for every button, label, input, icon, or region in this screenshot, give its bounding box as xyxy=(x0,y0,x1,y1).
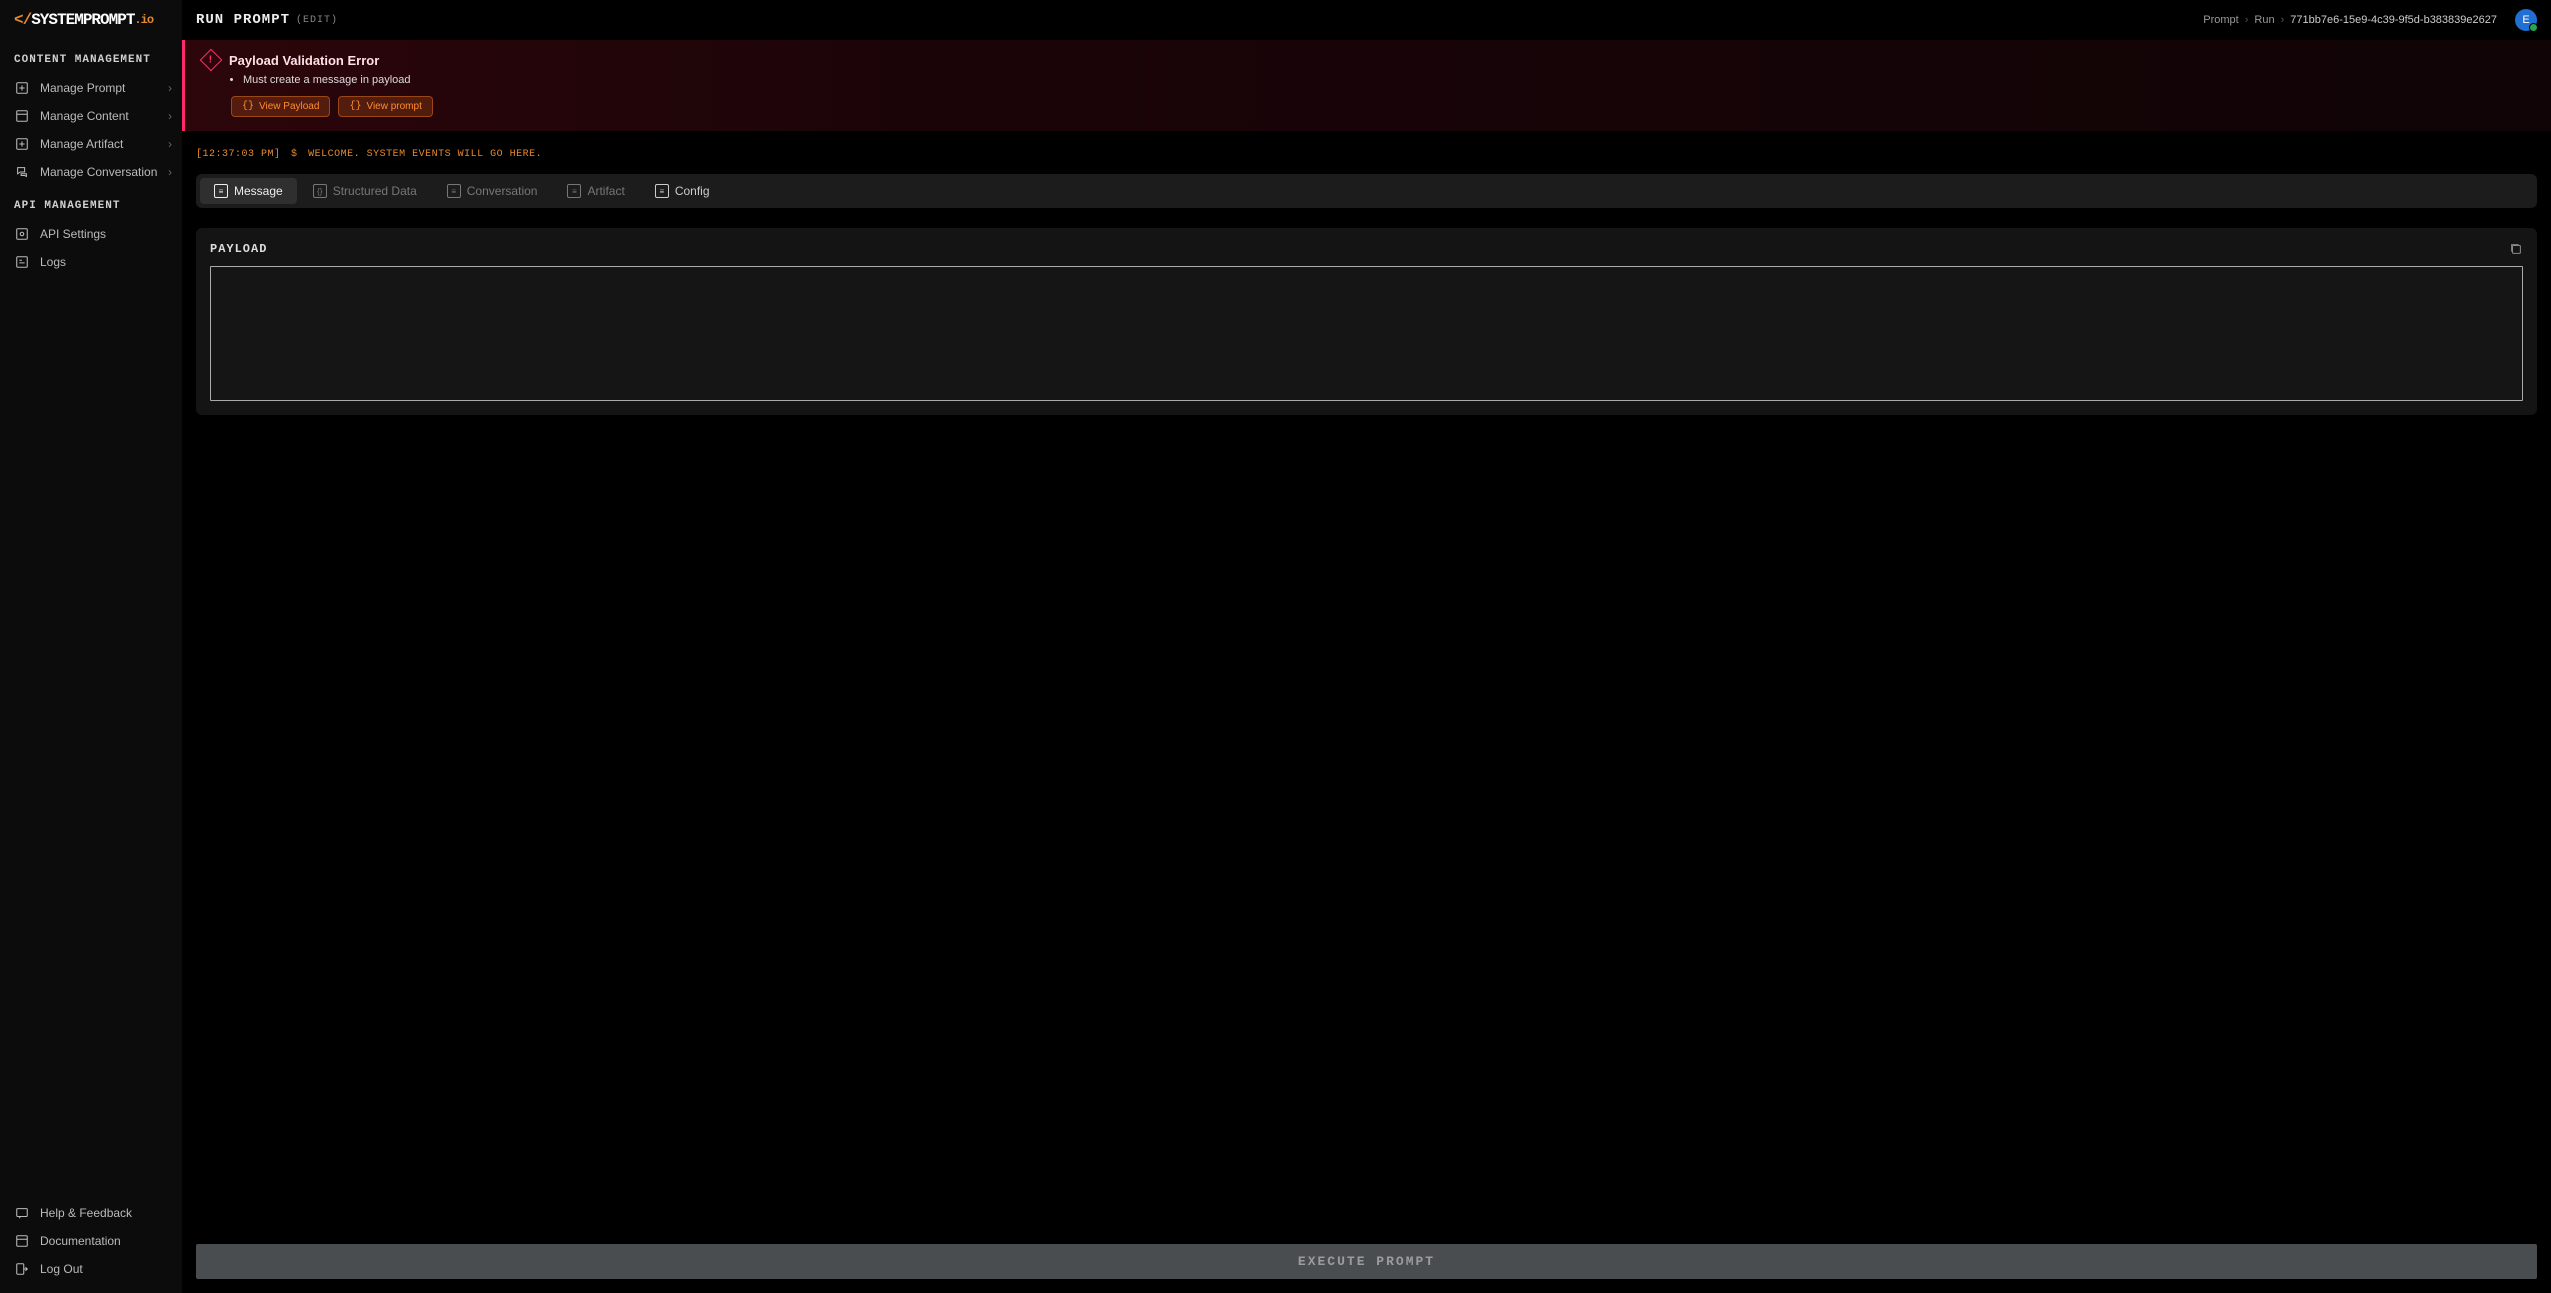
sidebar-item-label: Manage Conversation xyxy=(40,165,157,179)
tab-config[interactable]: ≡ Config xyxy=(641,178,724,204)
settings-icon xyxy=(14,226,30,242)
breadcrumb-seg-1[interactable]: Run xyxy=(2254,14,2274,26)
edit-link[interactable]: (EDIT) xyxy=(296,15,338,26)
conversation-icon xyxy=(14,164,30,180)
content-area: [12:37:03 PM] $ WELCOME. SYSTEM EVENTS W… xyxy=(182,131,2551,1244)
config-icon: ≡ xyxy=(655,184,669,198)
button-label: View prompt xyxy=(366,101,421,112)
sidebar-item-label: Help & Feedback xyxy=(40,1206,132,1220)
sidebar-item-manage-conversation[interactable]: Manage Conversation › xyxy=(0,158,182,186)
sidebar-item-api-settings[interactable]: API Settings xyxy=(0,220,182,248)
execute-label: EXECUTE PROMPT xyxy=(1298,1254,1435,1269)
breadcrumb-seg-2: 771bb7e6-15e9-4c39-9f5d-b383839e2627 xyxy=(2290,14,2497,26)
structured-icon: {} xyxy=(313,184,327,198)
sidebar-item-logout[interactable]: Log Out xyxy=(0,1255,182,1283)
copy-icon[interactable] xyxy=(2509,242,2523,256)
payload-section: PAYLOAD xyxy=(196,228,2537,415)
tab-conversation[interactable]: ≡ Conversation xyxy=(433,178,552,204)
sidebar-item-documentation[interactable]: Documentation xyxy=(0,1227,182,1255)
page-title: RUN PROMPT xyxy=(196,12,290,28)
breadcrumb: Prompt › Run › 771bb7e6-15e9-4c39-9f5d-b… xyxy=(2199,14,2501,26)
error-title: Payload Validation Error xyxy=(229,53,379,68)
tab-label: Structured Data xyxy=(333,184,417,198)
button-label: View Payload xyxy=(259,101,319,112)
sidebar-item-label: Manage Prompt xyxy=(40,81,125,95)
payload-title: PAYLOAD xyxy=(210,242,267,256)
document-icon xyxy=(14,1233,30,1249)
tab-structured-data[interactable]: {} Structured Data xyxy=(299,178,431,204)
error-list: Must create a message in payload xyxy=(243,74,2533,86)
artifact-icon: ≡ xyxy=(567,184,581,198)
chevron-right-icon: › xyxy=(168,137,172,151)
braces-icon: {} xyxy=(349,101,361,112)
topbar: RUN PROMPT (EDIT) Prompt › Run › 771bb7e… xyxy=(182,0,2551,40)
brand-logo[interactable]: </ SYSTEMPROMPT .io xyxy=(0,0,182,40)
execute-prompt-button[interactable]: EXECUTE PROMPT xyxy=(196,1244,2537,1279)
event-timestamp: [12:37:03 PM] xyxy=(196,149,281,160)
content-icon xyxy=(14,108,30,124)
message-tab-icon: ≡ xyxy=(214,184,228,198)
event-message: WELCOME. SYSTEM EVENTS WILL GO HERE. xyxy=(308,149,542,160)
error-diamond-icon: ! xyxy=(200,49,223,72)
error-item: Must create a message in payload xyxy=(243,74,2533,86)
tabs: ≡ Message {} Structured Data ≡ Conversat… xyxy=(196,174,2537,208)
error-header: ! Payload Validation Error xyxy=(203,52,2533,68)
tab-label: Artifact xyxy=(587,184,624,198)
chevron-right-icon: › xyxy=(2281,14,2285,26)
event-log: [12:37:03 PM] $ WELCOME. SYSTEM EVENTS W… xyxy=(196,149,2537,160)
sidebar-item-label: Manage Content xyxy=(40,109,129,123)
view-payload-button[interactable]: {} View Payload xyxy=(231,96,330,117)
tab-label: Config xyxy=(675,184,710,198)
logout-icon xyxy=(14,1261,30,1277)
chevron-right-icon: › xyxy=(168,109,172,123)
sidebar: </ SYSTEMPROMPT .io CONTENT MANAGEMENT M… xyxy=(0,0,182,1293)
sidebar-item-manage-content[interactable]: Manage Content › xyxy=(0,102,182,130)
sidebar-section-content-management: CONTENT MANAGEMENT xyxy=(0,40,182,74)
add-square-icon xyxy=(14,136,30,152)
brand-name: SYSTEMPROMPT xyxy=(31,11,134,29)
braces-icon: {} xyxy=(242,101,254,112)
avatar-initial: E xyxy=(2522,14,2529,26)
payload-editor[interactable] xyxy=(210,266,2523,401)
tab-artifact[interactable]: ≡ Artifact xyxy=(553,178,638,204)
tab-label: Message xyxy=(234,184,283,198)
main-column: RUN PROMPT (EDIT) Prompt › Run › 771bb7e… xyxy=(182,0,2551,1293)
brand-prefix: </ xyxy=(14,11,31,29)
sidebar-item-manage-prompt[interactable]: Manage Prompt › xyxy=(0,74,182,102)
sidebar-item-label: API Settings xyxy=(40,227,106,241)
logs-icon xyxy=(14,254,30,270)
event-dollar: $ xyxy=(291,149,298,160)
sidebar-item-manage-artifact[interactable]: Manage Artifact › xyxy=(0,130,182,158)
chevron-right-icon: › xyxy=(168,81,172,95)
app-root: </ SYSTEMPROMPT .io CONTENT MANAGEMENT M… xyxy=(0,0,2551,1293)
sidebar-section-api-management: API MANAGEMENT xyxy=(0,186,182,220)
sidebar-item-label: Manage Artifact xyxy=(40,137,123,151)
help-icon xyxy=(14,1205,30,1221)
chevron-right-icon: › xyxy=(168,165,172,179)
avatar[interactable]: E xyxy=(2515,9,2537,31)
conversation-icon: ≡ xyxy=(447,184,461,198)
tab-label: Conversation xyxy=(467,184,538,198)
tab-message[interactable]: ≡ Message xyxy=(200,178,297,204)
add-square-icon xyxy=(14,80,30,96)
view-prompt-button[interactable]: {} View prompt xyxy=(338,96,432,117)
sidebar-item-label: Documentation xyxy=(40,1234,121,1248)
sidebar-item-label: Log Out xyxy=(40,1262,83,1276)
breadcrumb-seg-0[interactable]: Prompt xyxy=(2203,14,2238,26)
chevron-right-icon: › xyxy=(2245,14,2249,26)
brand-suffix: .io xyxy=(134,13,153,27)
sidebar-item-logs[interactable]: Logs xyxy=(0,248,182,276)
sidebar-item-label: Logs xyxy=(40,255,66,269)
error-banner: ! Payload Validation Error Must create a… xyxy=(182,40,2551,131)
sidebar-item-help[interactable]: Help & Feedback xyxy=(0,1199,182,1227)
error-actions: {} View Payload {} View prompt xyxy=(231,96,2533,117)
